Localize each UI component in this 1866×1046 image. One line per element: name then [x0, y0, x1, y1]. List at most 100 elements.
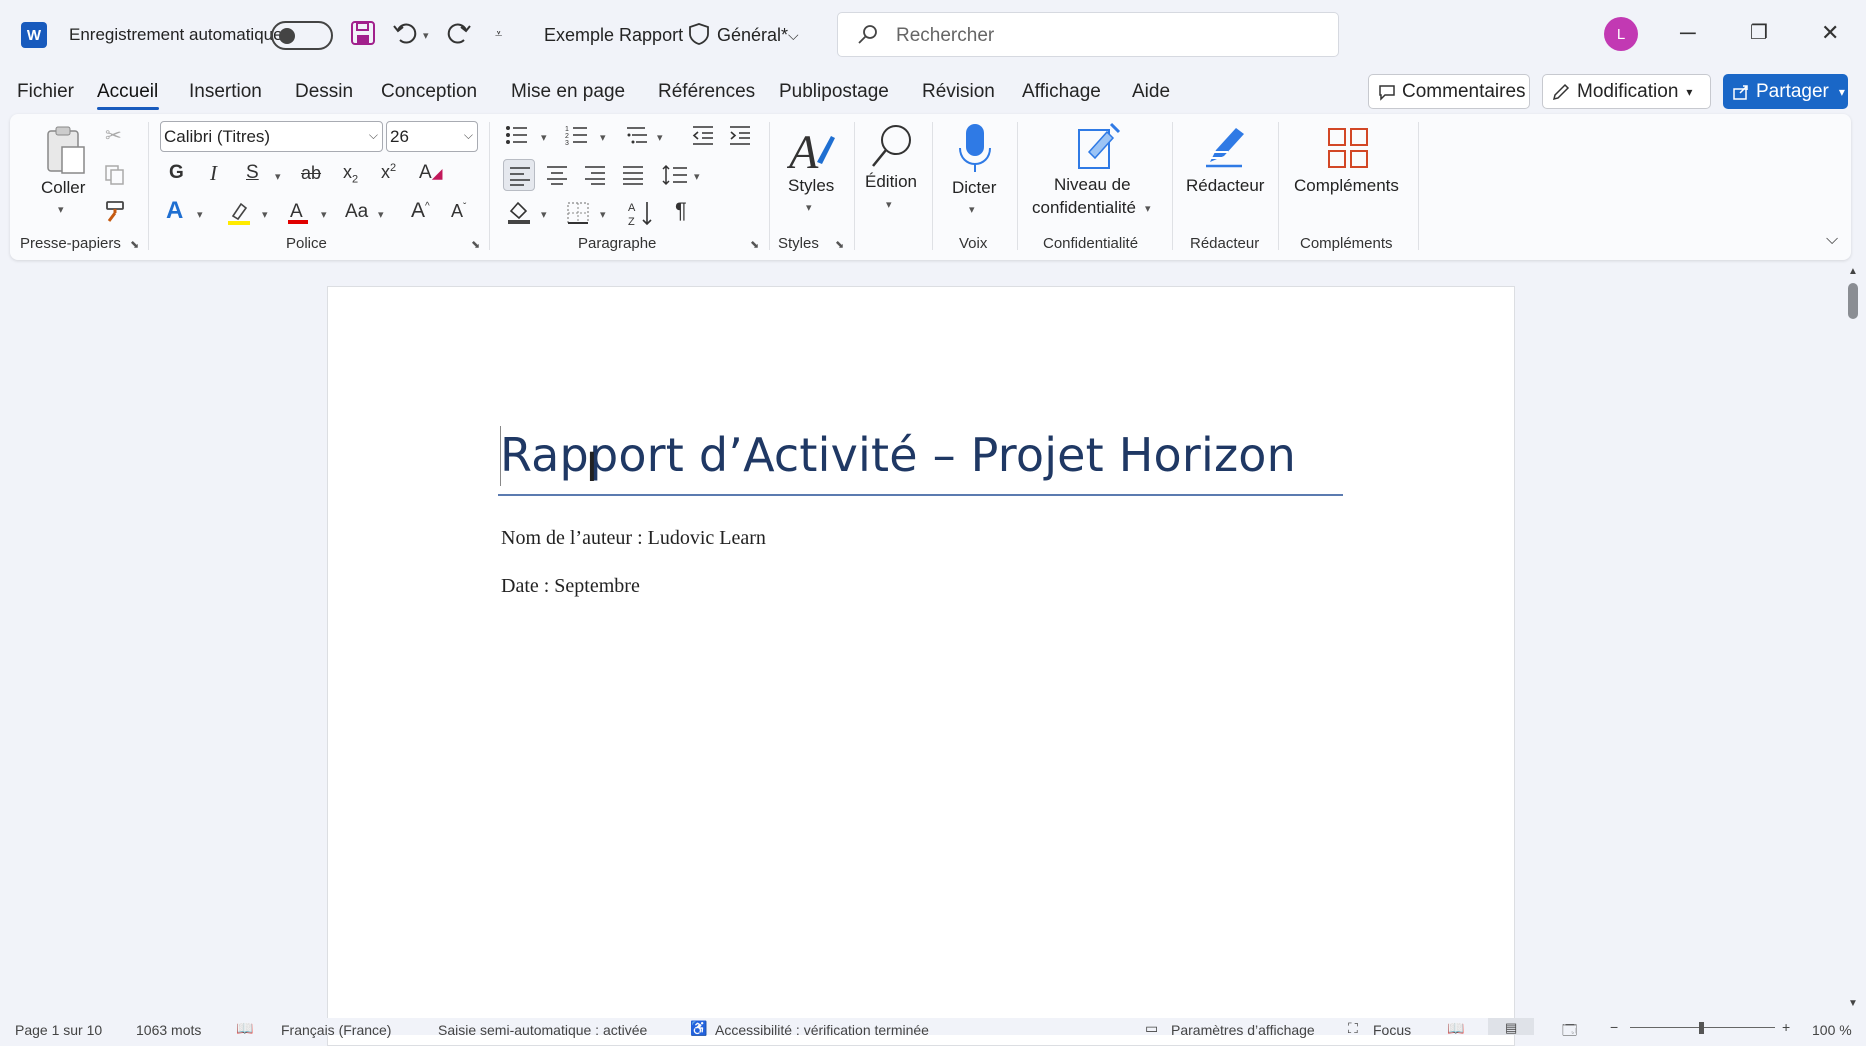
tab-mise-en-page[interactable]: Mise en page	[511, 81, 625, 103]
font-color-icon[interactable]: A	[286, 199, 310, 232]
share-button[interactable]: Partager ▾	[1723, 74, 1848, 109]
styles-label[interactable]: Styles	[788, 176, 834, 196]
proofing-book-icon[interactable]: 📖	[236, 1020, 253, 1037]
highlight-icon[interactable]	[226, 200, 252, 231]
zoom-in-icon[interactable]: +	[1782, 1019, 1790, 1035]
autosave-toggle[interactable]	[271, 21, 333, 50]
scroll-up-icon[interactable]: ▲	[1848, 266, 1858, 277]
document-title[interactable]: Rapport d’Activité – Projet Horizon	[500, 428, 1296, 482]
save-icon[interactable]	[350, 20, 376, 51]
print-layout-button[interactable]: ▤	[1488, 1018, 1534, 1035]
scroll-down-icon[interactable]: ▼	[1848, 998, 1858, 1009]
paste-icon[interactable]	[44, 125, 88, 180]
shading-dropdown-icon[interactable]: ▾	[541, 208, 547, 221]
bold-button[interactable]: G	[169, 163, 184, 182]
copy-icon[interactable]	[103, 163, 127, 192]
dialog-launcher-icon[interactable]: ⬊	[471, 238, 480, 251]
cut-icon[interactable]: ✂	[105, 126, 122, 146]
highlight-dropdown-icon[interactable]: ▾	[262, 208, 268, 221]
format-painter-icon[interactable]	[103, 199, 127, 228]
accessibility-icon[interactable]: ♿	[690, 1020, 707, 1037]
dialog-launcher-icon[interactable]: ⬊	[750, 238, 759, 251]
zoom-slider-thumb[interactable]	[1699, 1022, 1704, 1034]
tab-affichage[interactable]: Affichage	[1022, 81, 1101, 103]
status-page[interactable]: Page 1 sur 10	[15, 1022, 102, 1038]
redo-icon[interactable]	[446, 20, 472, 51]
author-line[interactable]: Nom de l’auteur : Ludovic Learn	[501, 527, 766, 550]
status-display-settings[interactable]: Paramètres d’affichage	[1171, 1022, 1315, 1038]
tab-insertion[interactable]: Insertion	[189, 81, 262, 103]
close-icon[interactable]: ✕	[1821, 20, 1839, 46]
italic-button[interactable]: I	[210, 163, 217, 184]
styles-icon[interactable]: A	[786, 122, 837, 181]
borders-icon[interactable]	[566, 201, 590, 230]
addins-icon[interactable]	[1327, 127, 1369, 174]
status-language[interactable]: Français (France)	[281, 1022, 391, 1038]
find-icon[interactable]	[868, 122, 916, 177]
dictate-label[interactable]: Dicter	[952, 178, 996, 198]
numbering-dropdown-icon[interactable]: ▾	[600, 131, 606, 144]
show-formatting-marks-icon[interactable]: ¶	[675, 200, 687, 222]
change-case-button[interactable]: Aa	[345, 202, 368, 221]
document-page[interactable]	[327, 286, 1515, 1046]
superscript-icon[interactable]: x2	[381, 163, 396, 182]
underline-button[interactable]: S	[246, 163, 259, 182]
addins-label[interactable]: Compléments	[1294, 176, 1399, 196]
tab-fichier[interactable]: Fichier	[17, 81, 74, 103]
scrollbar-thumb[interactable]	[1848, 283, 1858, 319]
focus-icon[interactable]: ⛶	[1348, 1020, 1358, 1037]
web-layout-icon[interactable]: 🗔	[1562, 1020, 1577, 1044]
undo-dropdown-icon[interactable]: ▾	[423, 29, 429, 42]
sensitivity-label-line1[interactable]: Niveau de	[1054, 175, 1131, 195]
document-name[interactable]: Exemple Rapport	[544, 25, 683, 46]
borders-dropdown-icon[interactable]: ▾	[600, 208, 606, 221]
avatar[interactable]: L	[1604, 17, 1638, 51]
tab-revision[interactable]: Révision	[922, 81, 995, 103]
sensitivity-label[interactable]: Général*	[717, 25, 788, 46]
tab-aide[interactable]: Aide	[1132, 81, 1170, 103]
editing-label[interactable]: Édition	[865, 172, 917, 192]
bullets-dropdown-icon[interactable]: ▾	[541, 131, 547, 144]
editor-icon[interactable]	[1202, 122, 1250, 177]
clear-formatting-icon[interactable]: A◢	[419, 163, 442, 182]
dialog-launcher-icon[interactable]: ⬊	[130, 238, 139, 251]
paste-label[interactable]: Coller	[41, 178, 85, 198]
status-words[interactable]: 1063 mots	[136, 1022, 201, 1038]
strikethrough-icon[interactable]: ab	[301, 164, 321, 182]
align-right-icon[interactable]	[583, 165, 607, 190]
tab-references[interactable]: Références	[658, 81, 755, 103]
justify-icon[interactable]	[621, 165, 645, 190]
editing-mode-button[interactable]: Modification ▾	[1542, 74, 1711, 109]
paste-dropdown-icon[interactable]: ▾	[58, 203, 64, 216]
styles-dropdown-icon[interactable]: ▾	[806, 201, 812, 214]
minimize-icon[interactable]: ─	[1680, 20, 1696, 46]
sensitivity-label-line2[interactable]: confidentialité	[1032, 198, 1136, 218]
tab-publipostage[interactable]: Publipostage	[779, 81, 889, 103]
numbering-icon[interactable]: 123	[565, 124, 589, 151]
tab-accueil[interactable]: Accueil	[97, 81, 158, 103]
font-size-select[interactable]: 26 ⌵	[386, 121, 478, 152]
grow-font-icon[interactable]: A^	[411, 200, 430, 221]
line-spacing-icon[interactable]	[661, 163, 689, 192]
display-settings-icon[interactable]: ▭	[1145, 1020, 1158, 1037]
bullets-icon[interactable]	[505, 124, 529, 151]
restore-icon[interactable]: ❐	[1750, 20, 1768, 45]
date-line[interactable]: Date : Septembre	[501, 575, 640, 598]
decrease-indent-icon[interactable]	[691, 124, 715, 151]
underline-dropdown-icon[interactable]: ▾	[275, 170, 281, 183]
chevron-down-icon[interactable]: ⌵	[788, 27, 799, 44]
multilevel-dropdown-icon[interactable]: ▾	[657, 131, 663, 144]
font-name-select[interactable]: Calibri (Titres) ⌵	[160, 121, 383, 152]
editing-dropdown-icon[interactable]: ▾	[886, 198, 892, 211]
customize-toolbar-icon[interactable]: ⩡	[495, 26, 502, 42]
shading-icon[interactable]	[506, 199, 532, 230]
text-effects-icon[interactable]: A	[166, 199, 183, 223]
align-left-button[interactable]	[503, 159, 535, 191]
tab-conception[interactable]: Conception	[381, 81, 477, 103]
shrink-font-icon[interactable]: Aˇ	[451, 202, 466, 220]
status-accessibility[interactable]: Accessibilité : vérification terminée	[715, 1022, 929, 1038]
microphone-icon[interactable]	[957, 122, 993, 179]
editor-label[interactable]: Rédacteur	[1186, 176, 1264, 196]
change-case-dropdown-icon[interactable]: ▾	[378, 208, 384, 221]
increase-indent-icon[interactable]	[728, 124, 752, 151]
